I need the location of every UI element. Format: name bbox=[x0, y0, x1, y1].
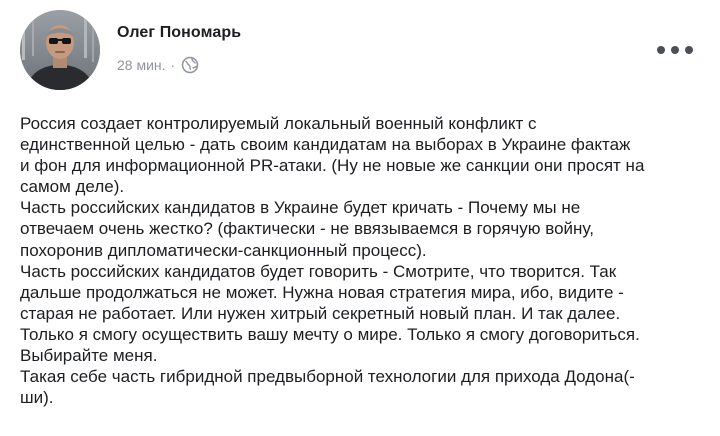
post-text-line: Россия создает контролируемый локальный … bbox=[20, 114, 537, 133]
facebook-post: Олег Пономарь 28 мин. · Россия создает к… bbox=[0, 0, 720, 436]
post-text-line: Такая себе часть гибридной предвыборной … bbox=[20, 367, 635, 387]
post-meta: 28 мин. · bbox=[117, 55, 199, 75]
post-text-line: самом деле). bbox=[20, 177, 125, 197]
post-text-line: ши). bbox=[20, 388, 54, 408]
post-timestamp[interactable]: 28 мин. bbox=[117, 57, 166, 73]
post-body: Россия создает контролируемый локальный … bbox=[20, 113, 710, 408]
author-avatar[interactable] bbox=[20, 10, 100, 90]
post-text-line: похоронив дипломатически-санкционный про… bbox=[20, 240, 427, 260]
avatar-photo bbox=[20, 10, 100, 90]
post-text-line: дальше продолжаться не может. Нужна нова… bbox=[20, 282, 624, 302]
post-text-line: Часть российских кандидатов в Украине бу… bbox=[20, 198, 581, 218]
post-text-line: Часть российских кандидатов будет говори… bbox=[20, 261, 617, 281]
post-text-line: Выбирайте меня. bbox=[20, 346, 158, 366]
more-dot bbox=[685, 46, 693, 54]
post-text-line: старая не работает. Или нужен хитрый сек… bbox=[20, 303, 621, 323]
post-text-line: единственной целью - дать своим кандидат… bbox=[20, 135, 631, 155]
more-dot bbox=[657, 46, 665, 54]
more-dot bbox=[671, 46, 679, 54]
author-name[interactable]: Олег Пономарь bbox=[117, 24, 241, 42]
post-text-line: отвечаем очень жестко? (фактически - не … bbox=[20, 219, 594, 239]
globe-icon[interactable] bbox=[181, 56, 199, 74]
meta-separator: · bbox=[170, 57, 176, 73]
post-text-line: Только я смогу осуществить вашу мечту о … bbox=[20, 324, 640, 344]
post-text-line: и фон для информационной PR-атаки. (Ну н… bbox=[20, 156, 645, 176]
more-options-button[interactable] bbox=[657, 38, 693, 62]
